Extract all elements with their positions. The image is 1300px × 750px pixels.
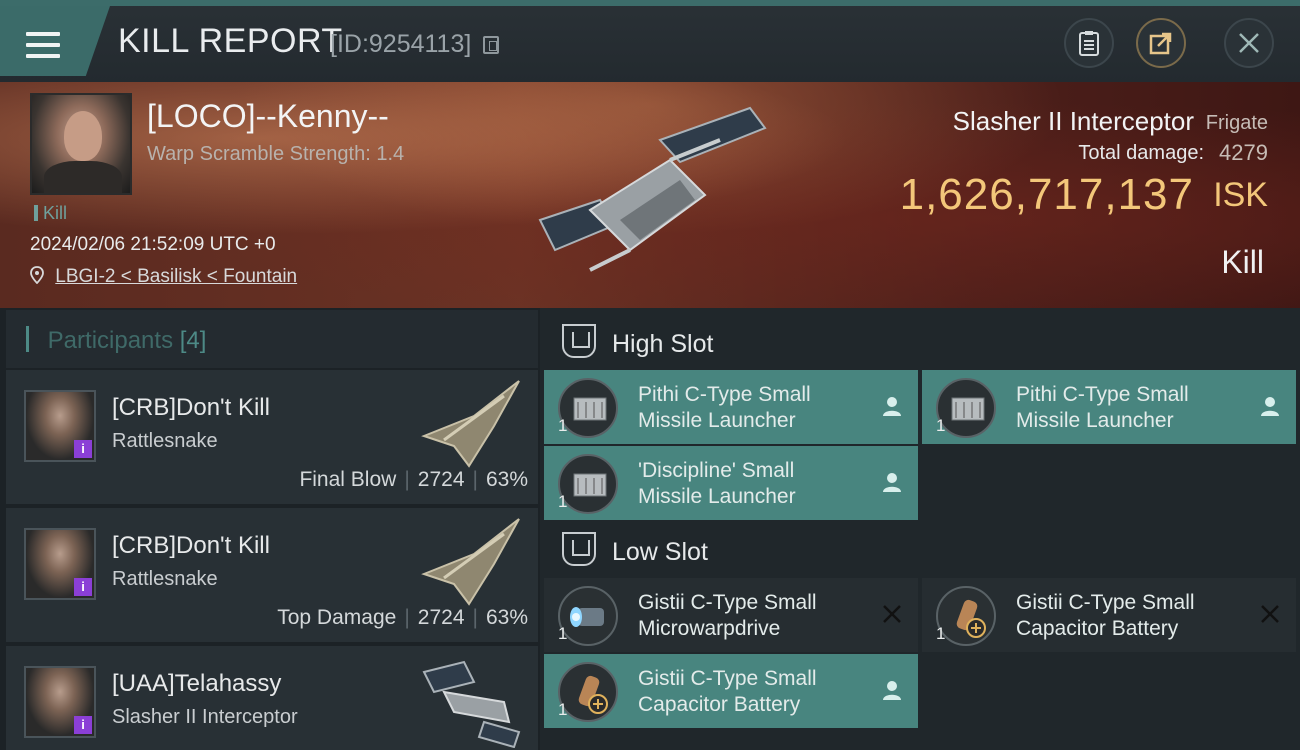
dropped-person-icon: [883, 681, 901, 700]
module-item[interactable]: 1 Pithi C-Type Small Missile Launcher: [544, 370, 918, 444]
participant-row[interactable]: i [CRB]Don't Kill Rattlesnake Final Blow…: [6, 370, 538, 504]
report-id: [ID:9254113]: [330, 30, 472, 58]
module-name: Gistii C-Type Small Capacitor Battery: [1016, 591, 1195, 640]
module-quantity: 1: [558, 492, 568, 511]
location-link[interactable]: LBGI-2 < Basilisk < Fountain: [55, 266, 297, 287]
location-pin-icon: [30, 266, 44, 285]
module-name: Pithi C-Type Small Missile Launcher: [638, 383, 811, 432]
participant-stats: Top Damage | 2724 | 63%: [277, 606, 528, 629]
module-quantity: 1: [558, 624, 568, 643]
participant-name: [CRB]Don't Kill: [112, 532, 270, 559]
warp-scramble-strength: Warp Scramble Strength: 1.4: [147, 143, 405, 165]
module-quantity: 1: [936, 624, 946, 643]
module-name: Gistii C-Type Small Microwarpdrive: [638, 591, 817, 640]
victim-ship-class: Frigate: [1205, 112, 1268, 134]
participant-damage: 2724: [417, 468, 465, 491]
info-badge-icon[interactable]: i: [74, 716, 92, 734]
low-slot-icon: [562, 532, 596, 566]
isk-unit: ISK: [1213, 176, 1268, 214]
low-slot-header: Low Slot: [544, 520, 1300, 580]
module-item[interactable]: 1 'Discipline' Small Missile Launcher: [544, 446, 918, 520]
destroyed-x-icon: [883, 605, 901, 623]
participant-name: [UAA]Telahassy: [112, 670, 282, 697]
total-damage-label: Total damage:: [1078, 142, 1204, 164]
info-badge-icon[interactable]: i: [74, 578, 92, 596]
participant-ship-image: [422, 660, 521, 748]
participant-row[interactable]: i [UAA]Telahassy Slasher II Interceptor: [6, 646, 538, 750]
participant-role: Final Blow: [299, 468, 397, 491]
high-slot-header: High Slot: [544, 312, 1300, 372]
victim-ship-name[interactable]: Slasher II Interceptor: [953, 106, 1194, 137]
participant-avatar[interactable]: i: [24, 528, 96, 600]
copy-icon[interactable]: [483, 36, 499, 54]
participant-ship-image: [421, 380, 520, 468]
module-item[interactable]: 1 Gistii C-Type Small Capacitor Battery: [922, 578, 1296, 652]
module-item[interactable]: 1 Gistii C-Type Small Capacitor Battery: [544, 654, 918, 728]
page-title: KILL REPORT: [118, 22, 343, 60]
low-slot-label: Low Slot: [612, 538, 708, 566]
participant-avatar[interactable]: i: [24, 666, 96, 738]
total-damage-value: 4279: [1219, 140, 1268, 165]
participant-ship: Rattlesnake: [112, 568, 218, 590]
module-quantity: 1: [558, 700, 568, 719]
kill-location[interactable]: LBGI-2 < Basilisk < Fountain: [30, 266, 297, 288]
participants-count: [4]: [179, 327, 207, 354]
clipboard-icon: [1079, 31, 1099, 56]
header-bar: KILL REPORT [ID:9254113]: [0, 0, 1300, 82]
module-name: Pithi C-Type Small Missile Launcher: [1016, 383, 1189, 432]
participant-ship: Slasher II Interceptor: [112, 706, 298, 728]
kill-tag: Kill: [34, 203, 67, 224]
victim-ship-image: [538, 106, 767, 272]
module-item[interactable]: 1 Gistii C-Type Small Microwarpdrive: [544, 578, 918, 652]
victim-portrait[interactable]: [30, 93, 132, 195]
menu-icon: [26, 32, 60, 58]
close-button[interactable]: [1224, 18, 1274, 68]
share-icon: [1149, 32, 1172, 55]
module-name: 'Discipline' Small Missile Launcher: [638, 459, 796, 508]
participant-role: Top Damage: [277, 606, 397, 629]
participant-row[interactable]: i [CRB]Don't Kill Rattlesnake Top Damage…: [6, 508, 538, 642]
participant-stats: Final Blow | 2724 | 63%: [299, 468, 528, 491]
participant-ship-image: [421, 518, 520, 606]
close-icon: [1239, 33, 1259, 53]
module-quantity: 1: [936, 416, 946, 435]
kill-datetime: 2024/02/06 21:52:09 UTC +0: [30, 234, 276, 255]
result-label: Kill: [1221, 244, 1264, 280]
participant-avatar[interactable]: i: [24, 390, 96, 462]
high-slot-label: High Slot: [612, 330, 714, 358]
participant-ship: Rattlesnake: [112, 430, 218, 452]
participant-name: [CRB]Don't Kill: [112, 394, 270, 421]
participants-title: Participants [4]: [26, 326, 207, 355]
isk-value: 1,626,717,137: [899, 170, 1194, 219]
participant-damage: 2724: [417, 606, 465, 629]
dropped-person-icon: [1261, 397, 1279, 416]
clipboard-button[interactable]: [1064, 18, 1114, 68]
share-button[interactable]: [1136, 18, 1186, 68]
header-accent-line: [0, 0, 1300, 6]
dropped-person-icon: [883, 473, 901, 492]
module-name: Gistii C-Type Small Capacitor Battery: [638, 667, 817, 716]
participants-label: Participants: [47, 327, 174, 354]
participant-percent: 63%: [485, 606, 528, 629]
high-slot-icon: [562, 324, 596, 358]
dropped-person-icon: [883, 397, 901, 416]
victim-name[interactable]: [LOCO]--Kenny--: [147, 98, 389, 135]
participant-percent: 63%: [485, 468, 528, 491]
info-badge-icon[interactable]: i: [74, 440, 92, 458]
menu-button[interactable]: [0, 6, 110, 76]
module-item[interactable]: 1 Pithi C-Type Small Missile Launcher: [922, 370, 1296, 444]
destroyed-x-icon: [1261, 605, 1279, 623]
module-quantity: 1: [558, 416, 568, 435]
